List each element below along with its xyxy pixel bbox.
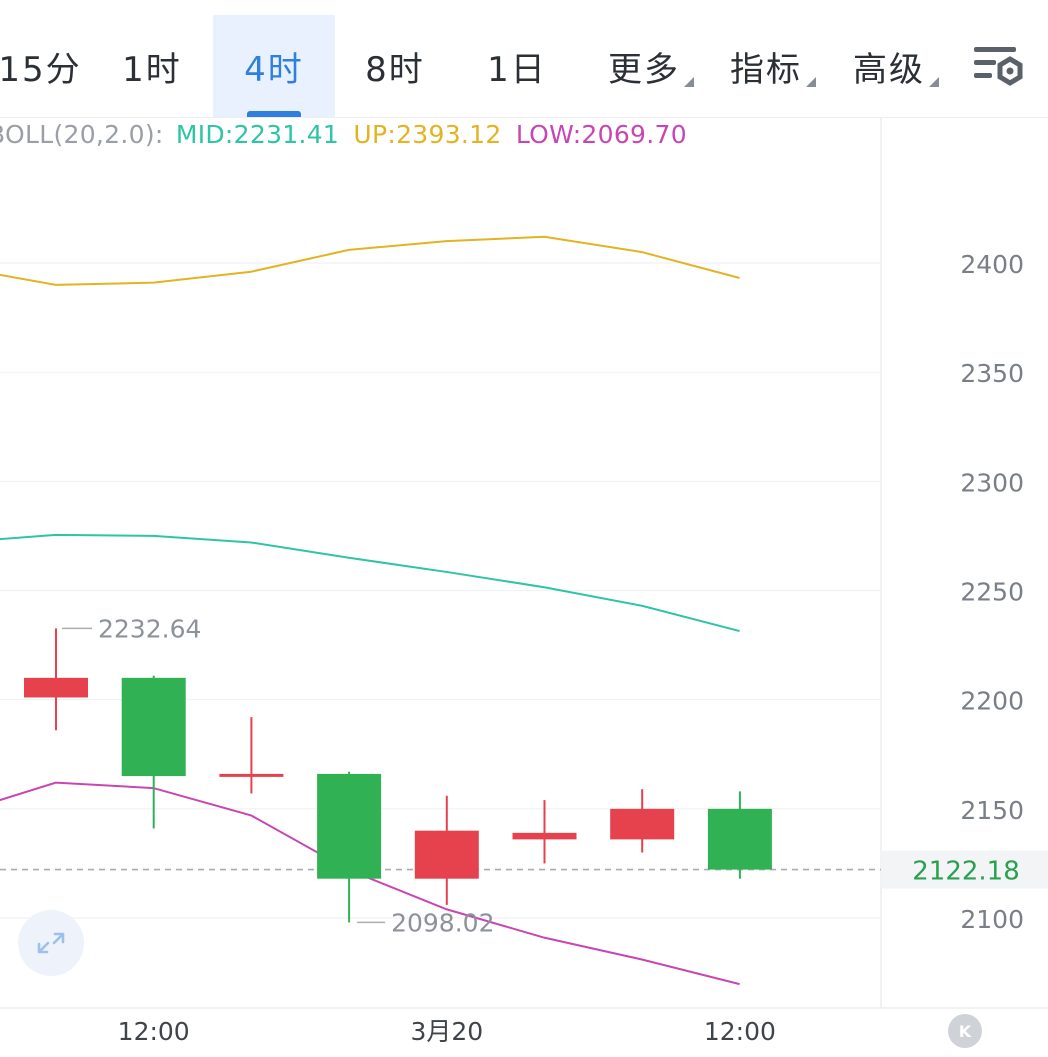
dropdown-caret-icon (684, 77, 694, 87)
boll-up-line (0, 235, 740, 286)
y-tick-label: 2350 (960, 359, 1024, 388)
k-line-button[interactable]: K (948, 1014, 982, 1048)
tab-label: 1时 (122, 49, 182, 90)
tab-label: 高级 (853, 49, 925, 90)
candle-up (24, 677, 88, 698)
tab-15min[interactable]: 15分 (0, 15, 90, 117)
tab-label: 指标 (730, 49, 802, 90)
tab-label: 更多 (608, 49, 680, 90)
y-tick-label: 2200 (960, 687, 1024, 716)
y-tick-label: 2300 (960, 468, 1024, 497)
x-tick-label: 3月20 (410, 1017, 483, 1046)
candlestick-chart[interactable]: 2100 2150 2200 2250 2300 2350 2400 12:00 3月20 12:… (0, 118, 1048, 1057)
tab-advanced[interactable]: 高级 (843, 15, 939, 117)
expand-icon (37, 932, 65, 954)
tab-8h[interactable]: 8时 (335, 15, 455, 117)
candle-down (317, 773, 382, 879)
tab-label: 8时 (365, 49, 425, 90)
y-tick-label: 2250 (960, 578, 1024, 607)
candle-down (707, 808, 772, 870)
active-tab-indicator (247, 111, 301, 117)
y-tick-label: 2150 (960, 796, 1024, 825)
candle-down (121, 677, 186, 777)
k-line-icon: K (958, 1021, 972, 1041)
tab-more[interactable]: 更多 (598, 15, 694, 117)
high-marker-label: 2232.64 (98, 614, 201, 643)
candle-up (512, 832, 577, 840)
candle-up (219, 773, 284, 777)
candle-up (610, 808, 675, 840)
candle-up (414, 830, 479, 879)
tab-label: 1日 (487, 49, 547, 90)
y-tick-label: 2100 (960, 905, 1024, 934)
timeframe-tabbar: 15分 1时 4时 8时 1日 更多 指标 高级 (0, 0, 1048, 118)
chart-settings-icon[interactable] (972, 44, 1026, 92)
dropdown-caret-icon (929, 77, 939, 87)
current-price-label: 2122.18 (912, 857, 1020, 887)
low-marker-label: 2098.02 (391, 908, 494, 937)
dropdown-caret-icon (806, 77, 816, 87)
tab-label: 4时 (244, 49, 304, 90)
tab-label: 15分 (0, 49, 82, 90)
x-tick-label: 12:00 (704, 1017, 776, 1046)
tab-4h[interactable]: 4时 (213, 15, 335, 117)
x-tick-label: 12:00 (118, 1017, 190, 1046)
tab-1h[interactable]: 1时 (92, 15, 212, 117)
y-tick-label: 2400 (960, 250, 1024, 279)
expand-chart-button[interactable] (18, 910, 84, 976)
tab-1d[interactable]: 1日 (457, 15, 577, 117)
tab-indicators[interactable]: 指标 (720, 15, 816, 117)
